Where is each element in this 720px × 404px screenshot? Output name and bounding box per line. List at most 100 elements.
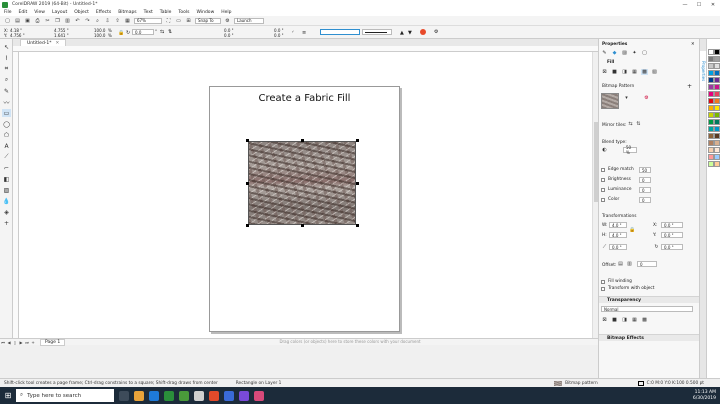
status-outline[interactable]: C:0 M:0 Y:0 K:100 0.500 pt (637, 380, 704, 386)
cut-icon[interactable]: ✂ (44, 17, 51, 24)
merge-mode-select[interactable]: Normal (601, 306, 693, 312)
menu-effects[interactable]: Effects (96, 10, 111, 15)
skew-angle-field[interactable]: 0.0 ° (609, 244, 627, 250)
selection-handle-right[interactable] (356, 182, 359, 185)
import-icon[interactable]: ⇩ (104, 17, 111, 24)
palette-swatch[interactable] (714, 77, 720, 83)
app-icon-9[interactable] (239, 390, 249, 401)
menu-edit[interactable]: Edit (19, 10, 28, 15)
bitmap-transparency-icon[interactable]: ▩ (641, 317, 648, 323)
connector-tool-icon[interactable]: ⌐ (2, 164, 11, 172)
blend-type-icon[interactable]: ◐ (601, 147, 608, 153)
shape-tool-icon[interactable]: ⌇ (2, 54, 11, 62)
zoom-level-select[interactable]: 67% (134, 17, 162, 24)
luminance-checkbox[interactable] (601, 188, 605, 192)
selection-handle-top-right[interactable] (356, 139, 359, 142)
object-tab-icon[interactable]: ▢ (641, 50, 648, 56)
palette-swatch[interactable] (714, 112, 720, 118)
app-icon-6[interactable] (194, 390, 204, 401)
menu-table[interactable]: Table (160, 10, 172, 15)
menu-layout[interactable]: Layout (52, 10, 67, 15)
maximize-button[interactable]: ☐ (692, 0, 706, 9)
color-checkbox[interactable] (601, 198, 605, 202)
close-tab-icon[interactable]: ✕ (56, 41, 60, 46)
palette-swatch[interactable] (714, 105, 720, 111)
outline-width-select[interactable] (320, 29, 360, 35)
menu-view[interactable]: View (34, 10, 45, 15)
polygon-tool-icon[interactable]: ⬠ (2, 131, 11, 139)
mirror-horizontal-icon[interactable]: ⇆ (160, 29, 164, 35)
eyedropper-tool-icon[interactable]: 💧 (2, 197, 11, 205)
corner-position-4[interactable]: 0.0 " (274, 33, 283, 38)
artistic-media-icon[interactable]: 〰 (2, 98, 11, 107)
edge-match-field[interactable]: 50 (639, 167, 651, 173)
color-field[interactable]: 0 (639, 197, 651, 203)
palette-swatch[interactable] (714, 91, 720, 97)
bitmap-effects-header[interactable]: Bitmap Effects (599, 334, 700, 341)
menu-help[interactable]: Help (221, 10, 231, 15)
print-icon[interactable]: ⎙ (34, 17, 41, 24)
app-icon-7[interactable] (209, 390, 219, 401)
mirror-horizontal-tiles-icon[interactable]: ⇆ (627, 121, 634, 127)
menu-bitmaps[interactable]: Bitmaps (118, 10, 136, 15)
transparency-tool-icon[interactable]: ▨ (2, 186, 11, 194)
transparency-tab-icon[interactable]: ▨ (621, 50, 628, 56)
selection-handle-bottom[interactable] (301, 224, 304, 227)
fabric-filled-rectangle[interactable] (248, 141, 356, 225)
taskbar-clock[interactable]: 11:13 AM 6/30/2019 (693, 390, 716, 402)
save-icon[interactable]: ▣ (24, 17, 31, 24)
palette-swatch[interactable] (714, 140, 720, 146)
vector-pattern-icon[interactable]: ▦ (631, 69, 638, 75)
transform-x-field[interactable]: 0.0 " (661, 222, 683, 228)
text-tool-icon[interactable]: A (2, 142, 11, 150)
add-pattern-icon[interactable]: + (687, 83, 692, 90)
file-explorer-icon[interactable] (134, 390, 144, 401)
to-front-icon[interactable]: ▲ (400, 30, 404, 36)
bitmap-pattern-icon[interactable]: ▩ (641, 69, 648, 75)
ellipse-tool-icon[interactable]: ◯ (2, 120, 11, 128)
task-view-icon[interactable] (119, 390, 129, 401)
parallel-dimension-icon[interactable]: ⟋ (2, 153, 11, 161)
scale-y-field[interactable]: 100.0 (94, 33, 105, 38)
convert-icon[interactable] (420, 29, 426, 35)
open-icon[interactable]: ▤ (14, 17, 21, 24)
edge-browser-icon[interactable] (149, 390, 159, 401)
search-content-icon[interactable]: ⌕ (94, 17, 101, 24)
transform-with-object-checkbox[interactable] (601, 287, 605, 291)
close-button[interactable]: ✕ (706, 0, 720, 9)
palette-swatch[interactable] (714, 63, 720, 69)
add-page-icon[interactable]: + (30, 340, 36, 345)
lock-proportions-icon[interactable]: 🔒 (629, 227, 636, 233)
selection-handle-bottom-left[interactable] (246, 224, 249, 227)
transform-height-field[interactable]: 4.0 " (609, 232, 627, 238)
selection-handle-left[interactable] (246, 182, 249, 185)
minimize-button[interactable]: — (678, 0, 692, 9)
height-field[interactable]: 1.641 " (54, 33, 69, 38)
launch-dropdown[interactable]: Launch (234, 17, 264, 24)
page-title-text[interactable]: Create a Fabric Fill (209, 93, 400, 104)
wrap-text-icon[interactable]: ≡ (302, 30, 306, 36)
palette-swatch[interactable] (714, 49, 720, 55)
edge-match-checkbox[interactable] (601, 168, 605, 172)
no-transparency-icon[interactable]: ⊠ (601, 317, 608, 323)
undo-icon[interactable]: ↶ (74, 17, 81, 24)
no-fill-icon[interactable]: ⊠ (601, 69, 608, 75)
pattern-transparency-icon[interactable]: ▦ (631, 317, 638, 323)
app-icon-8[interactable] (224, 390, 234, 401)
zoom-tool-icon[interactable]: ⌕ (2, 76, 11, 84)
menu-text[interactable]: Text (144, 10, 153, 15)
round-corners-icon[interactable]: ◜ (292, 30, 294, 36)
palette-swatch[interactable] (714, 70, 720, 76)
drop-shadow-icon[interactable]: ◧ (2, 175, 11, 183)
status-fill[interactable]: Bitmap pattern (554, 380, 598, 386)
palette-swatch[interactable] (714, 56, 720, 62)
redo-icon[interactable]: ↷ (84, 17, 91, 24)
windows-start-icon[interactable]: ⊞ (0, 387, 16, 404)
quick-customize-icon[interactable]: ⚙ (434, 29, 438, 35)
add-tool-icon[interactable]: + (2, 219, 11, 227)
palette-swatch[interactable] (714, 161, 720, 167)
fountain-fill-icon[interactable]: ◨ (621, 69, 628, 75)
two-color-pattern-icon[interactable]: ▧ (651, 69, 658, 75)
publish-pdf-icon[interactable]: ▦ (124, 17, 131, 24)
uniform-transparency-icon[interactable]: ■ (611, 317, 618, 323)
